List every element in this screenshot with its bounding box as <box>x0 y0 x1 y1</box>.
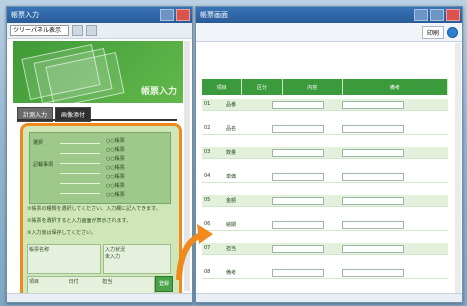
row-number: 05 <box>204 197 211 203</box>
close-icon[interactable] <box>446 9 460 21</box>
selection-grid: 選択 記載事項 ○○帳票 ○○帳票 ○○帳票 ○○帳票 ○○帳票 ○○帳票 ○○… <box>29 132 171 204</box>
row-note-input[interactable] <box>342 269 404 277</box>
maximize-icon[interactable] <box>430 9 444 21</box>
form-row: 07 担当 <box>202 243 448 255</box>
instruction-note: ②帳票を選択すると入力画面が表示されます。 <box>27 218 131 224</box>
header-cell: 内容 <box>282 79 343 95</box>
checkbox-item[interactable]: ○○帳票 <box>106 155 125 162</box>
row-label: 品名 <box>226 126 237 132</box>
input-window-titlebar[interactable]: 帳票入力 <box>7 7 192 23</box>
row-input[interactable] <box>272 173 324 181</box>
input-window-title: 帳票入力 <box>11 11 39 19</box>
form-row: 01 品番 <box>202 99 448 111</box>
row-number: 01 <box>204 101 211 107</box>
row-label: 担当 <box>226 246 237 252</box>
status-value: 未入力 <box>105 254 121 260</box>
row-label: 単価 <box>226 174 237 180</box>
bottom-field-label: 日付 <box>68 279 79 285</box>
checkbox-item[interactable]: ○○帳票 <box>106 173 125 180</box>
bottom-field-row: 項目 日付 担当 <box>27 276 155 294</box>
view-selector[interactable]: ツリーパネル表示 <box>10 25 69 36</box>
row-label: 金額 <box>226 198 237 204</box>
row-label: 数量 <box>226 150 237 156</box>
form-window-toolbar: 印刷 <box>196 23 462 42</box>
tab-divider <box>17 119 177 121</box>
vertical-scrollbar[interactable] <box>455 43 461 293</box>
input-window: 帳票入力 ツリーパネル表示 帳票入力 計測入力 画像添付 選択 記載事項 ○○帳… <box>6 6 193 303</box>
row-note-input[interactable] <box>342 197 404 205</box>
row-label-items: 記載事項 <box>33 162 54 168</box>
row-label: 納期 <box>226 222 237 228</box>
header-cell: 備考 <box>342 79 448 95</box>
checkbox-item[interactable]: ○○帳票 <box>106 137 125 144</box>
input-window-statusbar <box>7 293 192 302</box>
header-cell: 項目 <box>202 79 243 95</box>
instruction-note: ③入力後は保存してください。 <box>27 230 97 236</box>
form-row: 04 単価 <box>202 171 448 183</box>
refresh-icon[interactable] <box>72 25 83 36</box>
help-icon[interactable] <box>447 26 458 38</box>
status-box: 入力状況 未入力 <box>103 244 171 274</box>
input-window-toolbar: ツリーパネル表示 <box>7 23 192 39</box>
checkbox-item[interactable]: ○○帳票 <box>106 146 125 153</box>
row-input[interactable] <box>272 221 324 229</box>
form-row: 02 品名 <box>202 123 448 135</box>
status-label: 入力状況 <box>105 247 126 253</box>
form-window: 帳票画面 印刷 項目 区分 内容 備考 01 品番 02 品名 03 数量 04… <box>195 6 463 303</box>
row-number: 03 <box>204 149 211 155</box>
row-note-input[interactable] <box>342 221 404 229</box>
close-icon[interactable] <box>176 9 190 21</box>
register-button[interactable]: 登録 <box>155 276 173 292</box>
bottom-field-label: 項目 <box>29 279 40 285</box>
app-logo-text: 帳票入力 <box>140 87 177 97</box>
form-name-label: 帳票名称 <box>29 247 50 253</box>
form-header-row: 項目 区分 内容 備考 <box>202 79 448 95</box>
checkbox-item[interactable]: ○○帳票 <box>106 182 125 189</box>
form-row: 08 備考 <box>202 267 448 279</box>
row-input[interactable] <box>272 149 324 157</box>
row-label: 備考 <box>226 270 237 276</box>
settings-icon[interactable] <box>86 25 97 36</box>
row-input[interactable] <box>272 197 324 205</box>
row-note-input[interactable] <box>342 173 404 181</box>
form-row: 03 数量 <box>202 147 448 159</box>
minimize-icon[interactable] <box>414 9 428 21</box>
bottom-field-label: 担当 <box>102 279 113 285</box>
app-banner: 帳票入力 <box>13 41 183 103</box>
instruction-note: ①帳票の種類を選択してください。入力欄に記入できます。 <box>27 206 161 212</box>
form-window-statusbar <box>196 293 462 302</box>
row-input[interactable] <box>272 245 324 253</box>
row-input[interactable] <box>272 125 324 133</box>
highlighted-panel: 選択 記載事項 ○○帳票 ○○帳票 ○○帳票 ○○帳票 ○○帳票 ○○帳票 ○○… <box>20 123 182 301</box>
minimize-icon[interactable] <box>160 9 174 21</box>
row-label-select: 選択 <box>33 140 44 146</box>
row-note-input[interactable] <box>342 149 404 157</box>
flow-arrow-icon <box>176 224 213 280</box>
row-input[interactable] <box>272 101 324 109</box>
form-table: 項目 区分 内容 備考 01 品番 02 品名 03 数量 04 単価 05 金… <box>202 79 448 293</box>
row-label: 品番 <box>226 102 237 108</box>
print-button[interactable]: 印刷 <box>421 25 444 39</box>
form-row: 05 金額 <box>202 195 448 207</box>
form-row: 06 納期 <box>202 219 448 231</box>
row-number: 02 <box>204 125 211 131</box>
form-name-box: 帳票名称 <box>27 244 101 274</box>
checkbox-item[interactable]: ○○帳票 <box>106 164 125 171</box>
row-number: 04 <box>204 173 211 179</box>
row-note-input[interactable] <box>342 125 404 133</box>
header-cell: 区分 <box>242 79 283 95</box>
row-input[interactable] <box>272 269 324 277</box>
checkbox-item[interactable]: ○○帳票 <box>106 191 125 198</box>
form-window-title: 帳票画面 <box>200 11 228 19</box>
row-note-input[interactable] <box>342 101 404 109</box>
form-window-titlebar[interactable]: 帳票画面 <box>196 7 462 23</box>
row-note-input[interactable] <box>342 245 404 253</box>
